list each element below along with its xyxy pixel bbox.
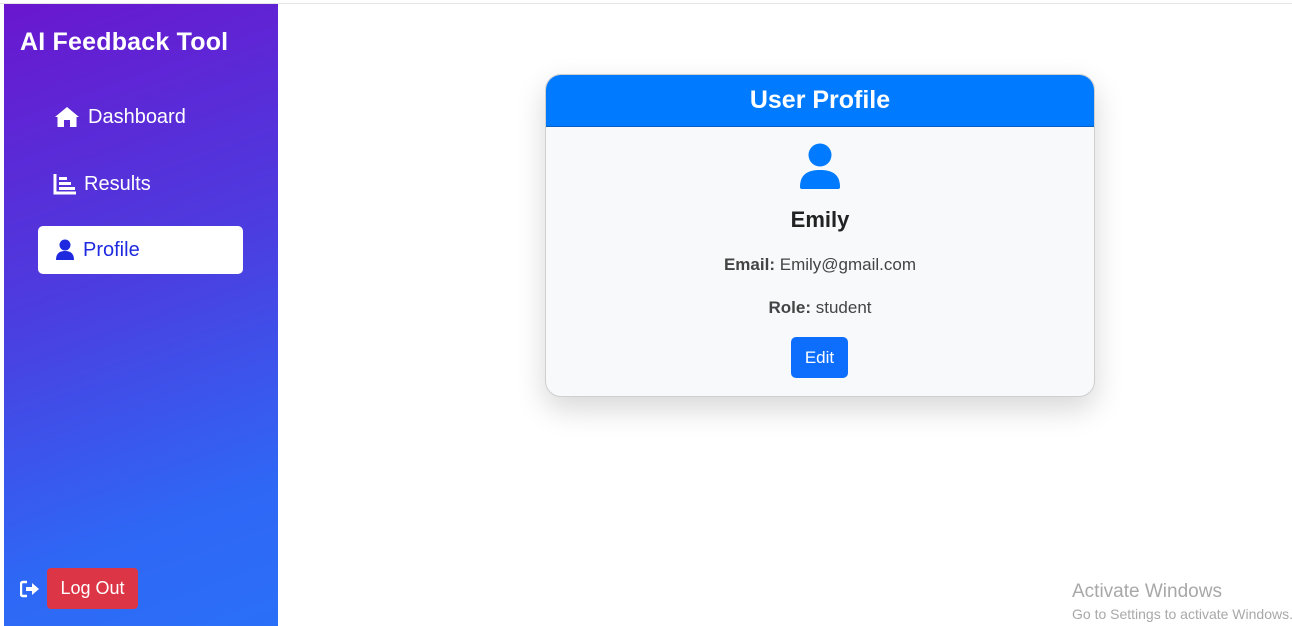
role-label: Role: <box>768 298 812 317</box>
sidebar-item-label: Profile <box>83 238 140 261</box>
edit-button[interactable]: Edit <box>791 337 848 378</box>
email-value: Emily@gmail.com <box>779 255 917 274</box>
profile-card: User Profile Emily Email: Emily@gmail.co… <box>545 74 1095 397</box>
email-row: Email: Emily@gmail.com <box>546 255 1094 275</box>
app-brand: AI Feedback Tool <box>20 28 229 56</box>
watermark-subtitle: Go to Settings to activate Windows. <box>1072 606 1292 622</box>
home-icon <box>54 105 80 129</box>
chart-icon <box>52 172 78 196</box>
watermark-title: Activate Windows <box>1072 581 1222 602</box>
logout-button[interactable]: Log Out <box>47 568 138 609</box>
user-icon <box>799 143 841 189</box>
sidebar-item-dashboard[interactable]: Dashboard <box>38 93 243 141</box>
windows-activation-watermark: Activate Windows Go to Settings to activ… <box>1072 580 1292 624</box>
sidebar-item-results[interactable]: Results <box>38 160 243 208</box>
email-label: Email: <box>723 255 775 274</box>
sidebar-item-label: Results <box>84 172 151 195</box>
sidebar: AI Feedback Tool Dashboard Results Profi… <box>4 4 278 626</box>
logout-area: Log Out <box>20 568 138 609</box>
profile-name: Emily <box>790 207 850 232</box>
role-row: Role: student <box>546 298 1094 318</box>
role-value: student <box>815 298 872 317</box>
user-icon <box>54 238 76 262</box>
card-title: User Profile <box>546 75 1094 127</box>
sidebar-item-label: Dashboard <box>88 105 186 128</box>
sign-out-icon <box>20 579 40 599</box>
sidebar-item-profile[interactable]: Profile <box>38 226 243 274</box>
